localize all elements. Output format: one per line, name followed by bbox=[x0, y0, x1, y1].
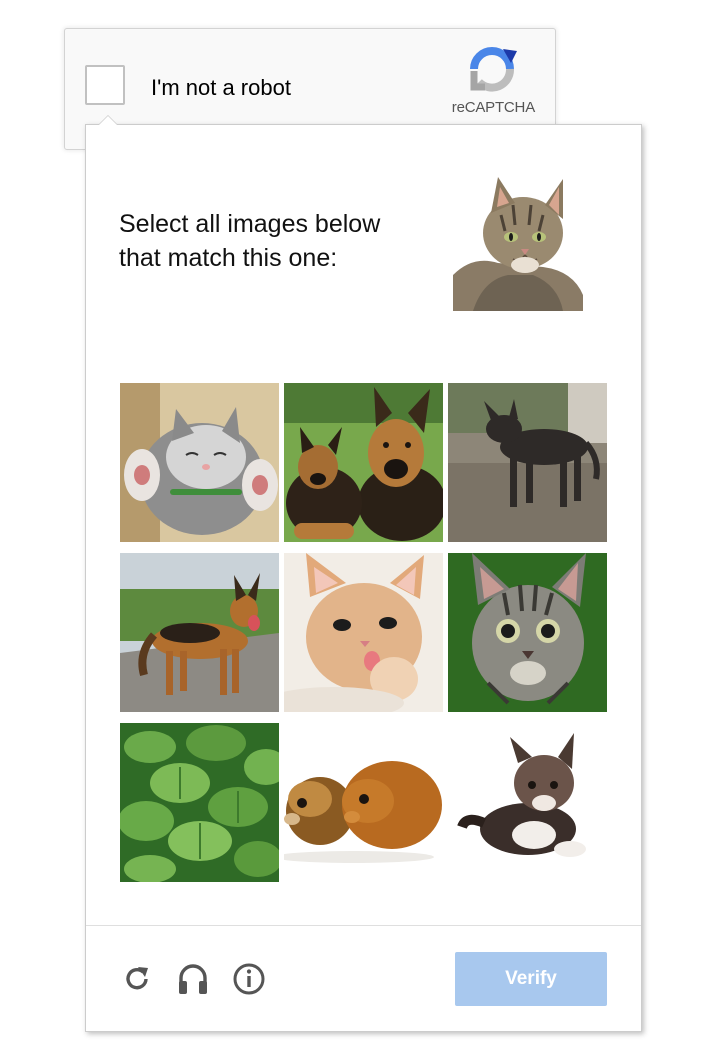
tile-fluffy-kitten[interactable] bbox=[448, 723, 607, 882]
recaptcha-brand: reCAPTCHA bbox=[451, 99, 535, 116]
tile-image bbox=[284, 723, 443, 882]
verify-button[interactable]: Verify bbox=[455, 952, 607, 1006]
reference-cat-image bbox=[453, 175, 583, 311]
tile-image bbox=[284, 553, 443, 712]
instruction-line-1: Select all images below bbox=[119, 210, 381, 238]
popup-arrow bbox=[98, 115, 118, 125]
not-robot-checkbox[interactable] bbox=[85, 65, 125, 105]
headphones-icon[interactable] bbox=[176, 962, 210, 996]
tile-image bbox=[448, 383, 607, 542]
tile-dark-dog[interactable] bbox=[448, 383, 607, 542]
tile-orange-kitten[interactable] bbox=[284, 553, 443, 712]
recaptcha-logo-icon bbox=[470, 47, 517, 92]
tile-green-leaves[interactable] bbox=[120, 723, 279, 882]
tile-kitten-sleeping[interactable] bbox=[120, 383, 279, 542]
challenge-footer: Verify bbox=[86, 925, 641, 1032]
tile-image bbox=[120, 383, 279, 542]
reload-icon[interactable] bbox=[120, 962, 154, 996]
info-icon[interactable] bbox=[232, 962, 266, 996]
tile-german-shepherd-standing[interactable] bbox=[120, 553, 279, 712]
tile-tabby-kitten[interactable] bbox=[448, 553, 607, 712]
image-grid bbox=[120, 383, 608, 885]
tile-guinea-pigs[interactable] bbox=[284, 723, 443, 882]
image-challenge-popup: Select all images below that match this … bbox=[85, 115, 642, 1032]
checkbox-label: I'm not a robot bbox=[151, 75, 291, 100]
tile-image bbox=[448, 553, 607, 712]
tile-image bbox=[448, 723, 607, 882]
instruction-line-2: that match this one: bbox=[119, 244, 338, 272]
challenge-instruction: Select all images below that match this … bbox=[119, 207, 419, 275]
tile-image bbox=[120, 723, 279, 882]
tile-image bbox=[120, 553, 279, 712]
tile-image bbox=[284, 383, 443, 542]
tile-german-shepherd-with-puppy[interactable] bbox=[284, 383, 443, 542]
captcha-stage: I'm not a robot reCAPTCHA Select all ima… bbox=[0, 0, 720, 1052]
